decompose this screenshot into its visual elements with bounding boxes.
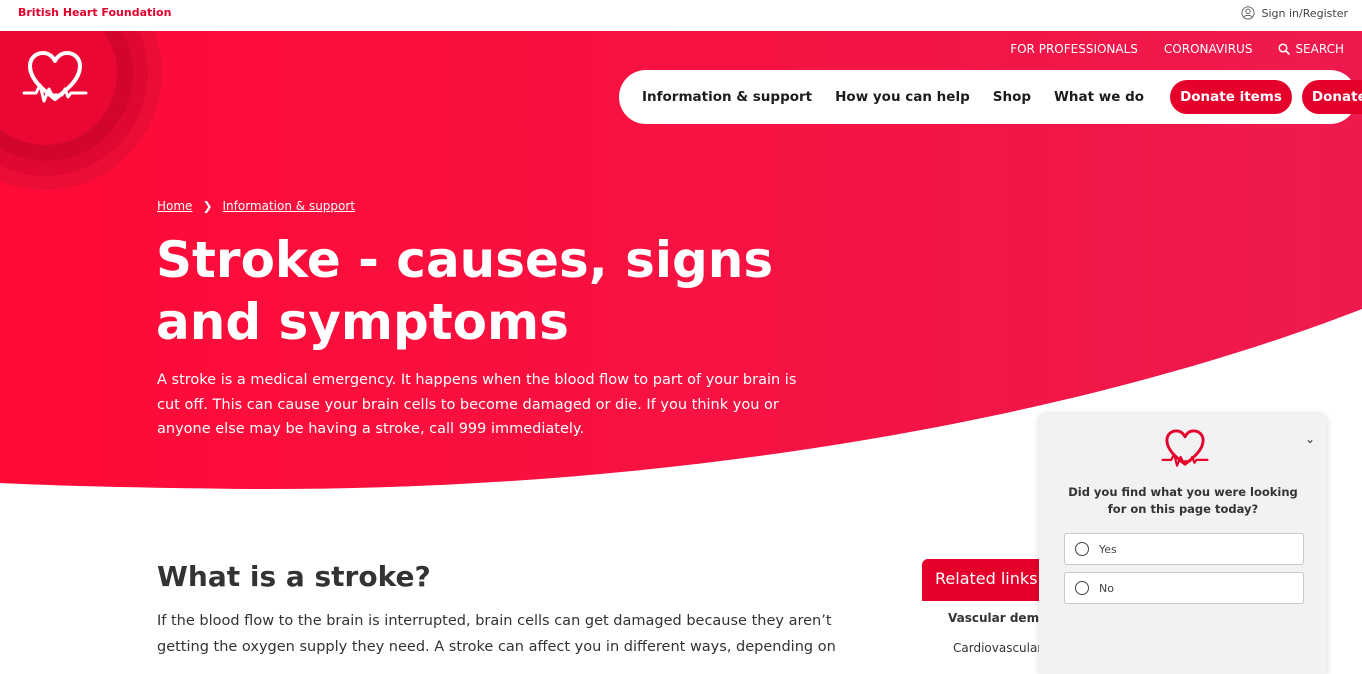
feedback-no-label: No	[1099, 581, 1114, 595]
search-label: SEARCH	[1295, 42, 1344, 56]
for-professionals-link[interactable]: FOR PROFESSIONALS	[1010, 42, 1138, 56]
chevron-right-icon: ❯	[202, 199, 213, 213]
utility-bar: British Heart Foundation Sign in/Registe…	[0, 0, 1362, 31]
breadcrumb-home[interactable]: Home	[157, 199, 192, 213]
user-icon	[1241, 6, 1256, 20]
nav-how-you-can-help[interactable]: How you can help	[835, 89, 970, 105]
sign-in-link[interactable]: Sign in/Register	[1241, 6, 1348, 20]
feedback-yes-label: Yes	[1099, 542, 1117, 556]
feedback-option-yes[interactable]: Yes	[1064, 533, 1304, 565]
breadcrumb-information-support[interactable]: Information & support	[223, 199, 356, 213]
search-icon	[1278, 43, 1291, 55]
main-nav: Information & support How you can help S…	[619, 70, 1362, 124]
chevron-down-icon[interactable]: ⌄	[1305, 432, 1315, 446]
brand-name[interactable]: British Heart Foundation	[18, 6, 171, 19]
bhf-logo-icon	[1161, 429, 1209, 467]
nav-information-support[interactable]: Information & support	[642, 89, 812, 105]
donate-items-button[interactable]: Donate items	[1170, 80, 1292, 114]
breadcrumb: Home ❯ Information & support	[157, 199, 355, 213]
feedback-question: Did you find what you were looking for o…	[1068, 485, 1298, 516]
feedback-widget: ⌄ Did you find what you were looking for…	[1039, 414, 1327, 674]
radio-no[interactable]	[1075, 581, 1089, 595]
sign-in-label: Sign in/Register	[1261, 6, 1348, 20]
search-button[interactable]: SEARCH	[1278, 42, 1344, 56]
secondary-nav: FOR PROFESSIONALS CORONAVIRUS SEARCH	[1010, 42, 1344, 56]
donate-money-button[interactable]: Donate money	[1301, 80, 1362, 114]
feedback-option-no[interactable]: No	[1064, 572, 1304, 604]
hero-intro: A stroke is a medical emergency. It happ…	[157, 372, 797, 437]
page-title: Stroke - causes, signs and symptoms	[156, 231, 774, 351]
nav-what-we-do[interactable]: What we do	[1054, 89, 1144, 105]
nav-shop[interactable]: Shop	[993, 89, 1031, 105]
section-heading: What is a stroke?	[157, 560, 431, 593]
section-paragraph: If the blood flow to the brain is interr…	[157, 613, 836, 655]
coronavirus-link[interactable]: CORONAVIRUS	[1164, 42, 1253, 56]
bhf-logo-icon[interactable]	[22, 49, 88, 107]
radio-yes[interactable]	[1075, 542, 1089, 556]
